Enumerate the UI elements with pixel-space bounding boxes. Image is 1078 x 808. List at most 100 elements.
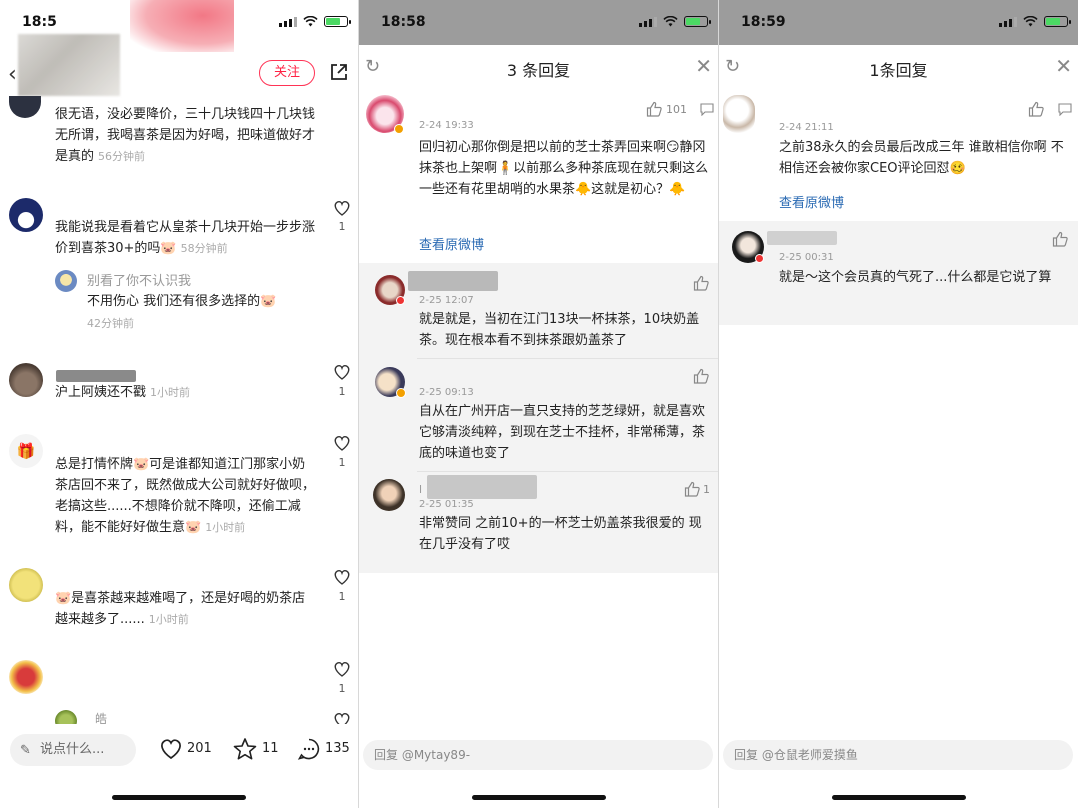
reply-text: 就是～这个会员真的气死了...什么都是它说了算 — [779, 270, 1052, 285]
thumbs-up-icon[interactable] — [1028, 101, 1044, 117]
star-icon[interactable] — [233, 737, 257, 761]
follow-button[interactable]: 关注 — [259, 60, 315, 86]
heart-icon[interactable] — [333, 435, 351, 451]
status-time: 18:58 — [381, 14, 426, 30]
battery-icon — [684, 16, 711, 27]
like-count: 1 — [703, 483, 710, 496]
close-icon[interactable]: ✕ — [1055, 54, 1072, 78]
blurred-username — [767, 231, 837, 245]
avatar[interactable] — [373, 479, 405, 511]
verified-badge-icon — [396, 388, 406, 398]
badge-icon — [755, 254, 764, 263]
avatar[interactable] — [723, 95, 755, 133]
reply-list: 2-25 12:07 就是就是，当初在江门13块一杯抹茶，10块奶盖茶。现在根本… — [359, 263, 718, 573]
avatar[interactable] — [9, 660, 43, 694]
main-comment: 101 2-24 19:33 回归初心那你倒是把以前的芝士茶弄回来啊😏静冈抹茶也… — [359, 89, 718, 263]
avatar[interactable] — [9, 96, 41, 118]
divider — [417, 358, 718, 359]
signal-icon — [999, 16, 1017, 27]
badge-icon — [396, 296, 405, 305]
comment-time: 2-24 19:33 — [419, 120, 474, 131]
comment-text: 沪上阿姨还不戳 1小时前 — [55, 385, 191, 400]
gift-icon[interactable]: 🎁 — [9, 434, 43, 468]
home-indicator — [831, 795, 966, 800]
battery-icon — [324, 16, 351, 27]
avatar[interactable] — [9, 198, 43, 232]
post-comments-panel: 18:5 ‹ 关注 很无语，没必要降价，三十几块钱四十几块钱无所谓，我喝喜茶是因… — [0, 0, 358, 808]
blurred-username — [56, 370, 136, 382]
comment-text: 总是打情怀牌🐷可是谁都知道江门那家小奶茶店回不来了，既然做成大公司就好好做呗，老… — [55, 457, 316, 535]
reply-sheet-panel: 18:58 ↻ 3 条回复 ✕ 101 2-24 19:33 回归初心那你倒是把… — [359, 0, 718, 808]
comment-text: 回归初心那你倒是把以前的芝士茶弄回来啊😏静冈抹茶也上架啊🧍以前那么多种茶底现在就… — [419, 140, 709, 197]
comment-text: 我能说我是看着它从皇茶十几块开始一步步涨价到喜茶30+的吗🐷 58分钟前 — [55, 220, 316, 256]
like-count: 101 — [666, 103, 687, 116]
like-count: 1 — [338, 456, 346, 469]
battery-icon — [1044, 16, 1071, 27]
avatar[interactable] — [55, 270, 77, 292]
like-count: 1 — [338, 682, 346, 695]
close-icon[interactable]: ✕ — [695, 54, 712, 78]
wifi-icon — [1023, 16, 1038, 27]
comment-icon[interactable] — [297, 737, 321, 761]
back-icon[interactable]: ‹ — [8, 62, 17, 87]
wifi-icon — [303, 16, 318, 27]
reply-text: 不用伤心 我们还有很多选择的🐷 — [87, 294, 277, 309]
signal-icon — [639, 16, 657, 27]
comment-text: 之前38永久的会员最后改成三年 谁敢相信你啊 不相信还会被你家CEO评论回怼🥴 — [779, 140, 1064, 176]
comment-icon[interactable] — [1058, 103, 1072, 116]
wifi-icon — [663, 16, 678, 27]
status-time: 18:59 — [741, 14, 786, 30]
reply-username[interactable]: 别看了你不认识我 — [87, 270, 191, 289]
star-count: 11 — [262, 741, 279, 756]
home-indicator — [112, 795, 246, 800]
status-time: 18:5 — [22, 14, 57, 30]
blurred-username — [427, 475, 537, 499]
avatar[interactable] — [9, 568, 43, 602]
comment-text: 很无语，没必要降价，三十几块钱四十几块钱无所谓，我喝喜茶是因为好喝，把味道做好才… — [55, 107, 316, 164]
like-count: 1 — [338, 385, 346, 398]
reply-sheet-panel: 18:59 ↻ 1条回复 ✕ 2-24 21:11 之前38永久的会员最后改成三… — [719, 0, 1078, 808]
reply-text: 就是就是，当初在江门13块一杯抹茶，10块奶盖茶。现在根本看不到抹茶跟奶盖茶了 — [419, 312, 700, 348]
comment-text: 🐷是喜茶越来越难喝了，还是好喝的奶茶店越来越多了...... 1小时前 — [55, 591, 306, 627]
like-icon[interactable] — [159, 738, 183, 760]
view-original-link[interactable]: 查看原微博 — [419, 234, 484, 253]
heart-icon[interactable] — [333, 200, 351, 216]
thumbs-up-icon[interactable] — [1052, 231, 1068, 247]
sheet-header: ↻ 3 条回复 ✕ — [359, 45, 718, 89]
reply-time: 2-25 01:35 — [419, 499, 474, 510]
reply-input[interactable]: 回复 @Mytay89- — [363, 740, 713, 770]
status-icons — [639, 16, 711, 27]
comment-time: 2-24 21:11 — [779, 122, 834, 133]
blurred-username — [408, 271, 498, 291]
status-bar: 18:58 — [359, 0, 718, 45]
pen-icon: ✎ — [20, 743, 31, 758]
like-count: 1 — [338, 590, 346, 603]
sheet-title: 1条回复 — [869, 61, 928, 80]
sheet-title: 3 条回复 — [506, 61, 571, 80]
like-count: 201 — [187, 741, 212, 756]
reply-text: 非常赞同 之前10+的一杯芝士奶盖茶我很爱的 现在几乎没有了哎 — [419, 516, 702, 552]
thumbs-up-icon[interactable] — [646, 101, 662, 117]
sheet-header: ↻ 1条回复 ✕ — [719, 45, 1078, 89]
heart-icon[interactable] — [333, 661, 351, 677]
thumbs-up-icon[interactable] — [684, 481, 700, 497]
avatar[interactable] — [9, 363, 43, 397]
heart-icon[interactable] — [333, 364, 351, 380]
reply-text: 自从在广州开店一直只支持的芝芝绿妍，就是喜欢它够清淡纯粹，到现在芝士不挂杯，非常… — [419, 404, 706, 461]
reply-time: 2-25 00:31 — [779, 252, 834, 263]
main-comment: 2-24 21:11 之前38永久的会员最后改成三年 谁敢相信你啊 不相信还会被… — [719, 89, 1078, 221]
comment-count: 135 — [325, 741, 350, 756]
verified-badge-icon — [394, 124, 404, 134]
heart-icon[interactable] — [333, 569, 351, 585]
reply-input[interactable]: 回复 @仓鼠老师爱摸鱼 — [723, 740, 1073, 770]
comment-icon[interactable] — [700, 103, 714, 116]
thumbs-up-icon[interactable] — [693, 275, 709, 291]
reply-list: 2-25 00:31 就是～这个会员真的气死了...什么都是它说了算 — [719, 221, 1078, 325]
view-original-link[interactable]: 查看原微博 — [779, 192, 844, 211]
thumbs-up-icon[interactable] — [693, 368, 709, 384]
share-icon[interactable] — [329, 62, 349, 82]
reply-username[interactable]: l — [419, 483, 422, 496]
reply-time: 42分钟前 — [87, 317, 134, 330]
divider — [417, 471, 718, 472]
blurred-avatar-area — [18, 34, 120, 96]
